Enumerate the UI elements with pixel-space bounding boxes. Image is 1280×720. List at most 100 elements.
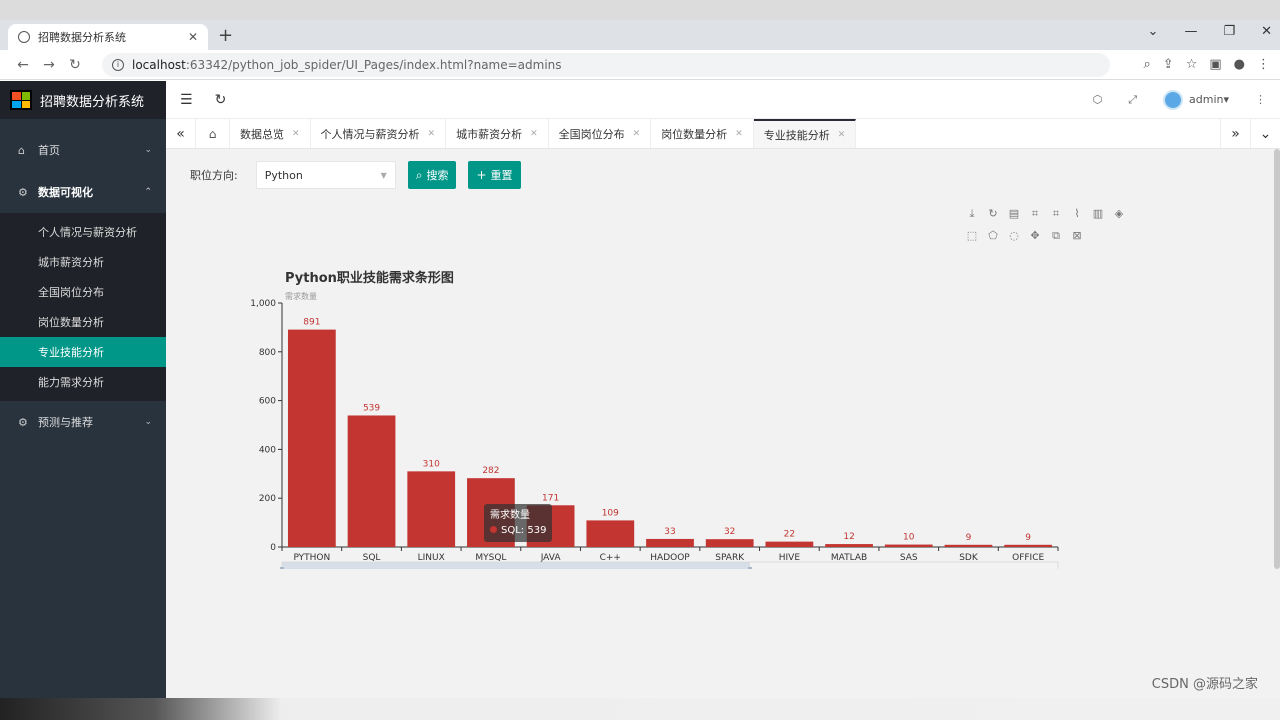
nav-group-predict[interactable]: ⚙ 预测与推荐 ⌄ [0, 401, 166, 443]
sidebar-item-city-salary[interactable]: 城市薪资分析 [0, 247, 166, 277]
fullscreen-icon[interactable]: ⤢ [1128, 93, 1137, 107]
scrollbar-thumb[interactable] [1274, 149, 1280, 569]
tab-label: 个人情况与薪资分析 [320, 127, 420, 141]
data-label: 12 [843, 532, 854, 542]
profile-icon[interactable]: ● [1234, 57, 1245, 72]
bar-matlab [825, 544, 873, 547]
scrollbar[interactable] [1274, 149, 1280, 698]
chart-tooltip: 需求数量 SQL: 539 [484, 504, 553, 542]
download-icon[interactable]: ⤓ [966, 207, 978, 221]
share-icon[interactable]: ⇪ [1163, 57, 1174, 72]
tabs-menu-chevron-icon[interactable]: ⌄ [1250, 119, 1280, 148]
sidebar-item-job-count[interactable]: 岗位数量分析 [0, 307, 166, 337]
nav-group-predict-label: 预测与推荐 [38, 416, 93, 429]
chart-toolbox: ⤓ ↻ ▤ ⌗ ⌗ ⌇ ▥ ◈ ⬚ ⬠ ◌ ✥ ⧉ ⊠ [966, 207, 1136, 243]
address-bar: ← → ↻ i localhost :63342/python_job_spid… [0, 50, 1280, 80]
refresh-icon[interactable]: ↻ [215, 92, 227, 108]
url-host: localhost [132, 57, 186, 72]
line-chart-icon[interactable]: ⌇ [1071, 207, 1083, 221]
data-label: 22 [784, 530, 795, 540]
tab-skills[interactable]: 专业技能分析 ✕ [753, 119, 857, 148]
search-button-label: 搜索 [426, 169, 449, 182]
data-label: 310 [423, 459, 440, 469]
caret-down-icon: ▼ [380, 170, 387, 180]
y-tick-label: 200 [259, 494, 276, 504]
forward-icon[interactable]: → [36, 57, 62, 73]
restore-icon[interactable]: ↻ [987, 207, 999, 221]
brush-keep-icon[interactable]: ✥ [1029, 229, 1041, 243]
info-icon[interactable]: i [112, 58, 124, 71]
home-tab-icon[interactable]: ⌂ [196, 119, 230, 148]
page-tabs: « ⌂ 数据总览 ✕ 个人情况与薪资分析 ✕ 城市薪资分析 ✕ 全国岗位分布 ✕ 岗位数… [166, 119, 1280, 149]
close-icon[interactable]: ✕ [292, 129, 300, 139]
close-window-icon[interactable]: ✕ [1261, 24, 1272, 39]
back-icon[interactable]: ← [10, 57, 36, 73]
brush-clear-icon[interactable]: ⧉ [1050, 229, 1062, 243]
data-label: 9 [966, 533, 972, 543]
close-icon[interactable]: ✕ [530, 129, 538, 139]
tabs-scroll-right-icon[interactable]: » [1220, 119, 1250, 148]
polygon-select-icon[interactable]: ⬠ [987, 229, 999, 243]
tag-icon[interactable]: ⬡ [1093, 93, 1103, 106]
tab-search-icon[interactable]: ⌄ [1148, 24, 1159, 39]
zoom-icon[interactable]: ⌕ [1144, 57, 1151, 72]
sidebar-item-skills[interactable]: 专业技能分析 [0, 337, 166, 367]
tab-city-salary[interactable]: 城市薪资分析 ✕ [446, 119, 549, 148]
zoom-select-icon[interactable]: ⌗ [1029, 207, 1041, 221]
sidebar-item-ability[interactable]: 能力需求分析 [0, 367, 166, 397]
app-logo: 招聘数据分析系统 [0, 81, 166, 119]
zoom-back-icon[interactable]: ⌗ [1050, 207, 1062, 221]
nav-home-label: 首页 [38, 144, 60, 157]
bookmark-star-icon[interactable]: ☆ [1186, 57, 1198, 72]
reload-icon[interactable]: ↻ [62, 57, 88, 73]
chart-container: ⤓ ↻ ▤ ⌗ ⌗ ⌇ ▥ ◈ ⬚ ⬠ ◌ ✥ ⧉ ⊠ Python职业技能需求… [236, 199, 1136, 583]
chevron-up-icon: ⌃ [144, 187, 152, 197]
nav-group-visualization[interactable]: ⚙ 数据可视化 ⌃ [0, 171, 166, 213]
close-icon[interactable]: ✕ [838, 130, 846, 140]
more-icon[interactable]: ⋮ [1255, 93, 1266, 106]
tab-overview[interactable]: 数据总览 ✕ [230, 119, 311, 148]
app: 招聘数据分析系统 ⌂ 首页 ⌄ ⚙ 数据可视化 ⌃ 个人情况与薪资分析 城市薪资… [0, 81, 1280, 698]
menu-toggle-icon[interactable]: ☰ [180, 92, 193, 108]
reset-button[interactable]: + 重置 [468, 161, 521, 189]
close-icon[interactable]: ✕ [735, 129, 743, 139]
data-label: 891 [303, 318, 320, 328]
bar-cpp [586, 520, 635, 547]
nav-home[interactable]: ⌂ 首页 ⌄ [0, 129, 166, 171]
windows-logo-icon [10, 90, 32, 110]
search-button[interactable]: ⌕ 搜索 [407, 161, 457, 189]
data-view-icon[interactable]: ▤ [1008, 207, 1020, 221]
tab-national-distribution[interactable]: 全国岗位分布 ✕ [549, 119, 652, 148]
close-icon[interactable]: ✕ [633, 129, 641, 139]
close-tab-icon[interactable]: ✕ [188, 30, 198, 44]
tabs-scroll-left-icon[interactable]: « [166, 119, 196, 148]
minimize-icon[interactable]: — [1184, 24, 1197, 39]
user-menu[interactable]: admin ▾ [1163, 89, 1229, 110]
bar-sas [884, 544, 933, 547]
browser-tab[interactable]: 招聘数据分析系统 ✕ [8, 24, 208, 50]
bar-chart-icon[interactable]: ▥ [1092, 207, 1104, 221]
clear-icon[interactable]: ⊠ [1071, 229, 1083, 243]
rect-select-icon[interactable]: ⬚ [966, 229, 978, 243]
sidepanel-icon[interactable]: ▣ [1209, 57, 1221, 72]
caret-down-icon: ▾ [1223, 93, 1229, 106]
restore-icon[interactable]: ❐ [1223, 24, 1235, 39]
home-icon: ⌂ [18, 143, 25, 157]
close-icon[interactable]: ✕ [428, 129, 436, 139]
y-tick-label: 1,000 [250, 299, 276, 309]
menu-dots-icon[interactable]: ⋮ [1257, 57, 1270, 72]
data-label: 539 [363, 403, 380, 413]
sidebar-item-personal-salary[interactable]: 个人情况与薪资分析 [0, 217, 166, 247]
tab-personal-salary[interactable]: 个人情况与薪资分析 ✕ [311, 119, 447, 148]
bar-spark [705, 539, 754, 547]
new-tab-icon[interactable]: + [218, 25, 233, 46]
stack-icon[interactable]: ◈ [1113, 207, 1125, 221]
sidebar-item-national-distribution[interactable]: 全国岗位分布 [0, 277, 166, 307]
line-select-icon[interactable]: ◌ [1008, 229, 1020, 243]
reset-button-label: 重置 [490, 169, 513, 182]
bar-chart[interactable]: Python职业技能需求条形图需求数量 0 200 400 600 800 1,000 891… [236, 199, 1136, 583]
search-icon: ⌕ [415, 167, 423, 182]
direction-select[interactable]: Python ▼ [255, 161, 396, 189]
tab-job-count[interactable]: 岗位数量分析 ✕ [651, 119, 754, 148]
url-field[interactable]: i localhost :63342/python_job_spider/UI_… [102, 52, 1110, 77]
